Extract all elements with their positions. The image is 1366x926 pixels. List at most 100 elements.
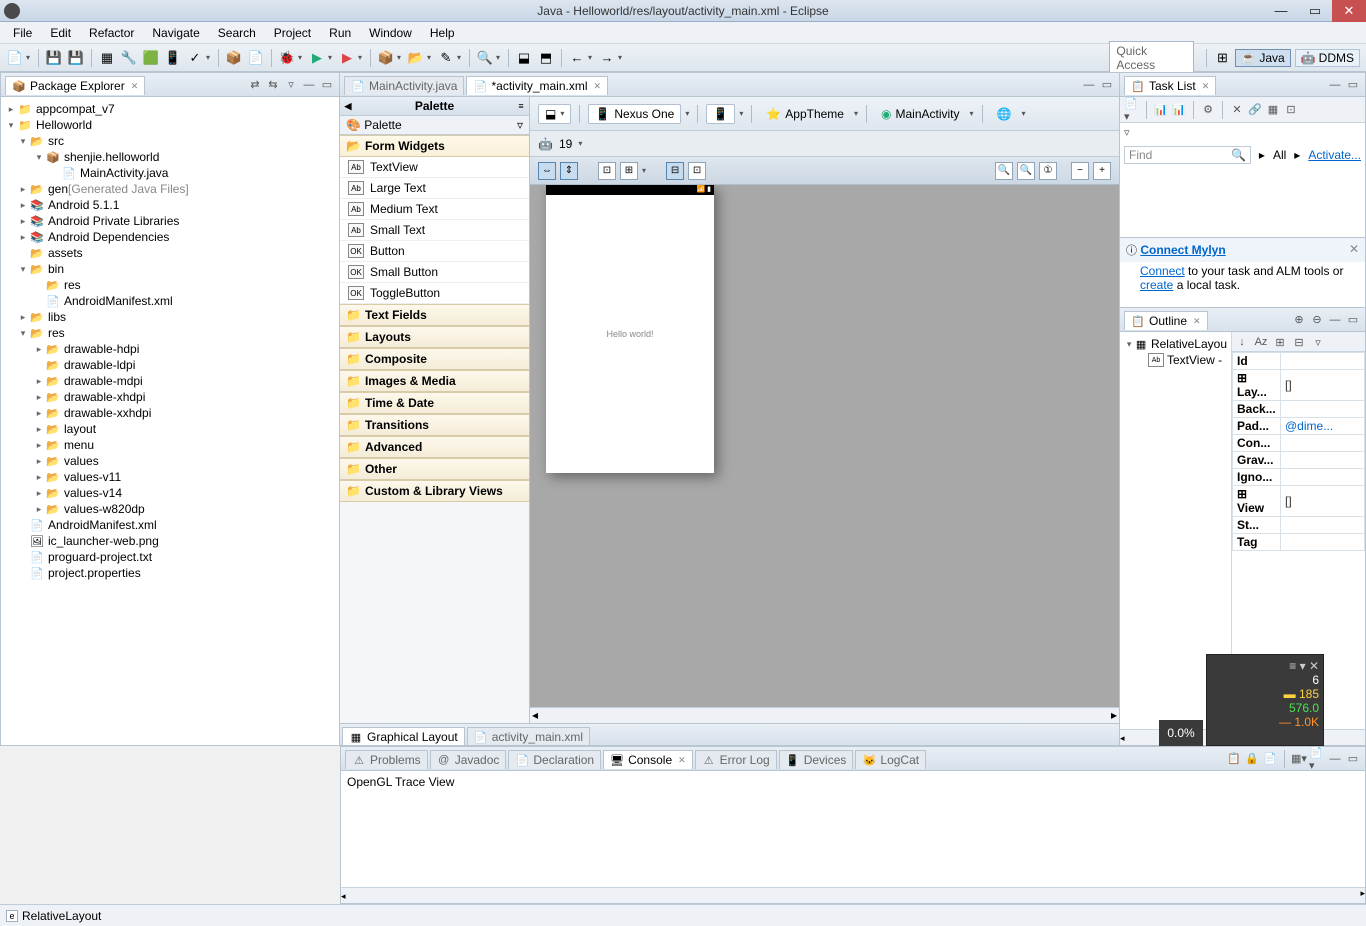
- toolbar-icon[interactable]: 📄: [1262, 751, 1278, 767]
- orientation-selector[interactable]: 📱: [706, 104, 735, 124]
- save-icon[interactable]: 💾: [44, 48, 64, 68]
- new-task-icon[interactable]: 📄▾: [1124, 102, 1140, 118]
- tree-item[interactable]: 📦shenjie.helloworld: [1, 149, 339, 165]
- palette-item[interactable]: AbMedium Text: [340, 199, 529, 220]
- search-icon[interactable]: 🔍: [475, 48, 495, 68]
- activate-link[interactable]: Activate...: [1308, 148, 1361, 162]
- tree-item[interactable]: 📂drawable-xxhdpi: [1, 405, 339, 421]
- minimize-icon[interactable]: —: [1327, 77, 1343, 93]
- view-menu-icon[interactable]: ▿: [283, 77, 299, 93]
- close-button[interactable]: ✕: [1332, 0, 1366, 22]
- palette-item[interactable]: OKToggleButton: [340, 283, 529, 304]
- tasks-all-link[interactable]: All: [1273, 148, 1286, 162]
- maximize-button[interactable]: ▭: [1298, 0, 1332, 22]
- maximize-icon[interactable]: ▭: [319, 77, 335, 93]
- minimize-icon[interactable]: —: [301, 77, 317, 93]
- palette-cat-form-widgets[interactable]: 📂Form Widgets: [340, 135, 529, 157]
- tree-item[interactable]: 📂layout: [1, 421, 339, 437]
- toggle-icon[interactable]: ⊡: [598, 162, 616, 180]
- tab-xml-source[interactable]: 📄activity_main.xml: [467, 727, 590, 745]
- console-tab[interactable]: 📱Devices: [779, 750, 854, 769]
- run-last-icon[interactable]: ▶: [337, 48, 357, 68]
- outline-root[interactable]: ▦RelativeLayou: [1120, 336, 1231, 352]
- tree-item[interactable]: 📚Android Dependencies: [1, 229, 339, 245]
- sdk-manager-icon[interactable]: 🟩: [141, 48, 161, 68]
- package-explorer-tab[interactable]: 📦 Package Explorer ✕: [5, 76, 145, 95]
- connect-mylyn-title[interactable]: Connect Mylyn: [1140, 243, 1225, 257]
- tree-item[interactable]: 📄MainActivity.java: [1, 165, 339, 181]
- perspective-java[interactable]: ☕Java: [1235, 49, 1290, 67]
- toolbar-icon[interactable]: 📄: [246, 48, 266, 68]
- maximize-icon[interactable]: ▭: [1099, 77, 1115, 93]
- dropdown-icon[interactable]: ▾: [1300, 659, 1306, 673]
- dropdown-icon[interactable]: ▿: [1124, 126, 1140, 142]
- palette-category[interactable]: 📁Transitions: [340, 414, 529, 436]
- tree-item[interactable]: 📄proguard-project.txt: [1, 549, 339, 565]
- tree-item[interactable]: 📚Android 5.1.1: [1, 197, 339, 213]
- tree-item[interactable]: 📂drawable-xhdpi: [1, 389, 339, 405]
- link-editor-icon[interactable]: ⇆: [265, 77, 281, 93]
- palette-item[interactable]: AbSmall Text: [340, 220, 529, 241]
- maximize-icon[interactable]: ▭: [1345, 751, 1361, 767]
- console-tab[interactable]: 🖥Console✕: [603, 750, 693, 769]
- canvas-area[interactable]: 📶 ▮ Hello world! ◂▸: [530, 185, 1119, 723]
- menu-run[interactable]: Run: [320, 24, 360, 42]
- console-tab[interactable]: @Javadoc: [430, 750, 507, 769]
- palette-item[interactable]: AbTextView: [340, 157, 529, 178]
- maximize-icon[interactable]: ▭: [1345, 77, 1361, 93]
- tree-item[interactable]: 📄AndroidManifest.xml: [1, 293, 339, 309]
- minimize-icon[interactable]: —: [1081, 77, 1097, 93]
- horizontal-scrollbar[interactable]: ◂▸: [530, 707, 1119, 723]
- toolbar-icon[interactable]: 🔗: [1247, 102, 1263, 118]
- palette-dropdown-icon[interactable]: ▿: [517, 118, 523, 132]
- menu-icon[interactable]: ▿: [1310, 334, 1326, 350]
- perspective-ddms[interactable]: 🤖DDMS: [1295, 49, 1360, 67]
- tree-item[interactable]: 📄project.properties: [1, 565, 339, 581]
- tree-item[interactable]: 📂libs: [1, 309, 339, 325]
- new-icon[interactable]: 📄: [5, 48, 25, 68]
- forward-icon[interactable]: →: [597, 48, 617, 68]
- new-class-icon[interactable]: 📂: [406, 48, 426, 68]
- tree-item[interactable]: 📄AndroidManifest.xml: [1, 517, 339, 533]
- palette-category[interactable]: 📁Text Fields: [340, 304, 529, 326]
- create-link[interactable]: create: [1140, 278, 1173, 292]
- close-icon[interactable]: ✕: [1309, 659, 1319, 673]
- tree-item[interactable]: 📂src: [1, 133, 339, 149]
- outline-child[interactable]: AbTextView -: [1120, 352, 1231, 368]
- menu-file[interactable]: File: [4, 24, 41, 42]
- tree-item[interactable]: 📂bin: [1, 261, 339, 277]
- close-icon[interactable]: ✕: [1349, 242, 1359, 258]
- tree-item[interactable]: 📁appcompat_v7: [1, 101, 339, 117]
- close-icon[interactable]: ✕: [594, 81, 602, 92]
- device-selector[interactable]: 📱 Nexus One: [588, 104, 681, 124]
- new-package-icon[interactable]: 📦: [376, 48, 396, 68]
- maximize-icon[interactable]: ▭: [1345, 312, 1361, 328]
- properties-table[interactable]: Id⊞ Lay...[]Back...Pad...@dime...Con...G…: [1232, 352, 1365, 551]
- arrow-icon[interactable]: ▸: [1294, 148, 1300, 162]
- palette-item[interactable]: OKButton: [340, 241, 529, 262]
- avd-manager-icon[interactable]: 📱: [163, 48, 183, 68]
- toolbar-icon[interactable]: ⊡: [1283, 102, 1299, 118]
- palette-category[interactable]: 📁Time & Date: [340, 392, 529, 414]
- editor-tab-java[interactable]: 📄 MainActivity.java: [344, 76, 464, 95]
- config-dropdown[interactable]: ⬓▾: [538, 104, 571, 124]
- close-icon[interactable]: ✕: [131, 81, 139, 92]
- toolbar-icon[interactable]: ▦: [97, 48, 117, 68]
- toolbar-icon[interactable]: 📊: [1171, 102, 1187, 118]
- palette-category[interactable]: 📁Images & Media: [340, 370, 529, 392]
- zoom-in-icon[interactable]: +: [1093, 162, 1111, 180]
- menu-window[interactable]: Window: [360, 24, 421, 42]
- tree-item[interactable]: 📂menu: [1, 437, 339, 453]
- console-tab[interactable]: 📄Declaration: [508, 750, 601, 769]
- horizontal-scrollbar[interactable]: ◂▸: [341, 887, 1365, 903]
- toolbar-icon[interactable]: ⊖: [1309, 312, 1325, 328]
- toolbar-icon[interactable]: 📋: [1226, 751, 1242, 767]
- palette-item[interactable]: AbLarge Text: [340, 178, 529, 199]
- palette-category[interactable]: 📁Composite: [340, 348, 529, 370]
- collapse-all-icon[interactable]: ⇄: [247, 77, 263, 93]
- tree-item[interactable]: 📂drawable-ldpi: [1, 357, 339, 373]
- filter-icon[interactable]: ⊞: [1272, 334, 1288, 350]
- palette-prev-icon[interactable]: ◀: [342, 101, 354, 112]
- tree-item[interactable]: 📂values-v11: [1, 469, 339, 485]
- new-project-icon[interactable]: 📦: [224, 48, 244, 68]
